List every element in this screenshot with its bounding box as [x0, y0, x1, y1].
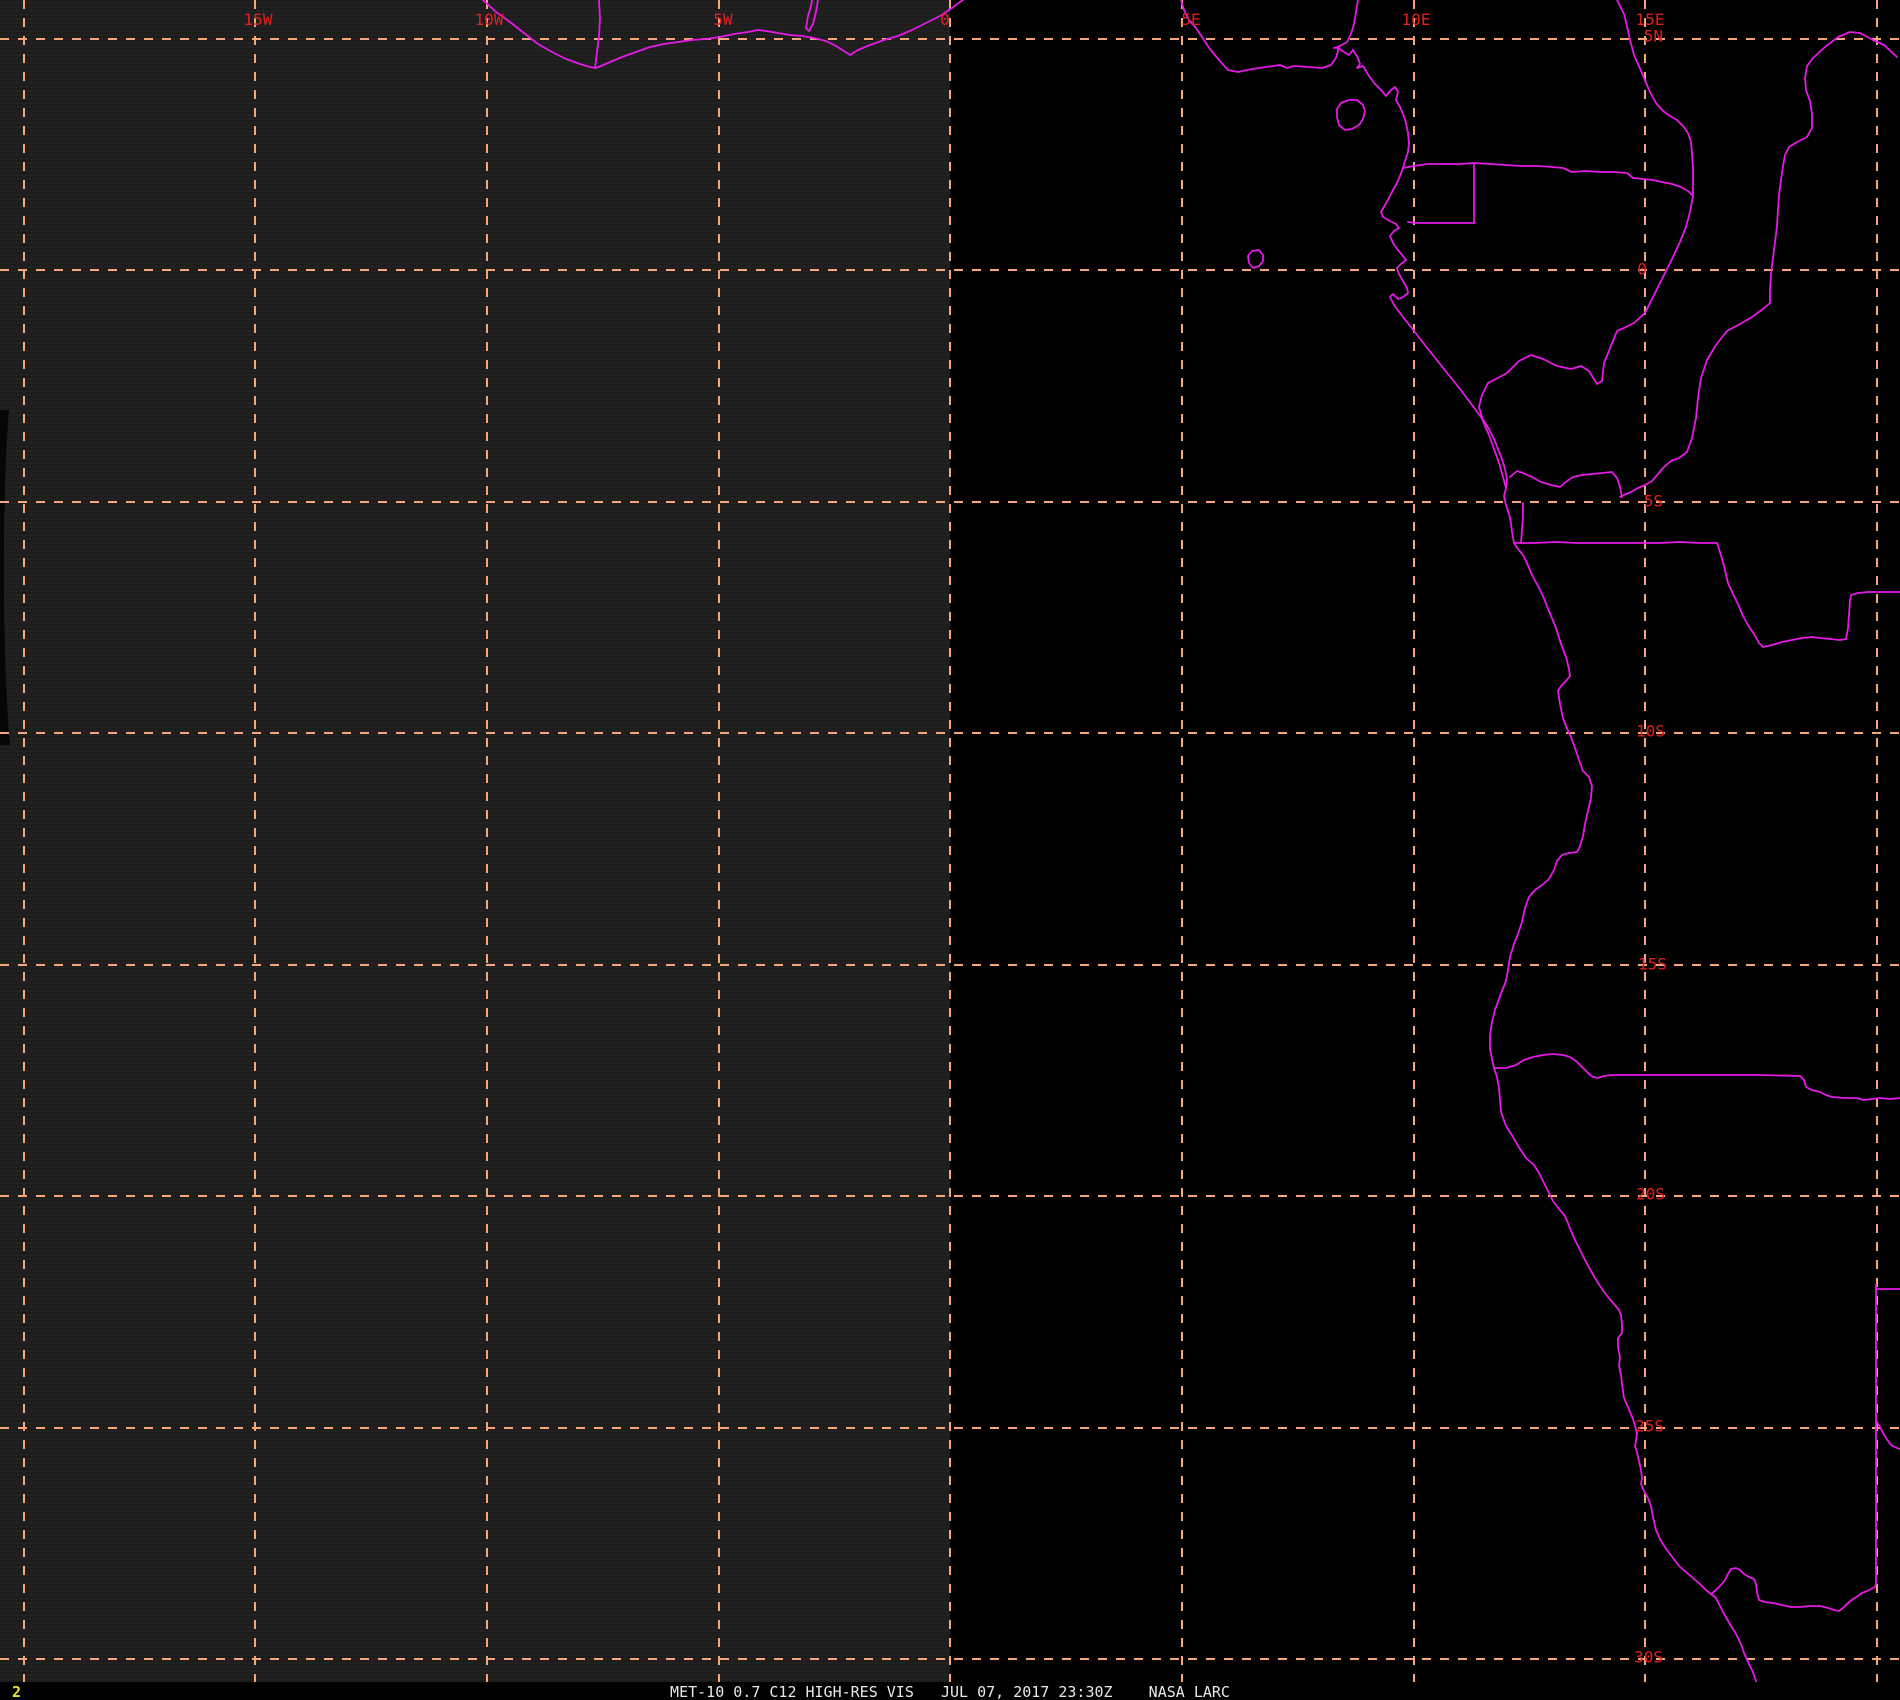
longitude-label-10E: 10E	[1401, 10, 1431, 29]
frame-number: 2	[12, 1683, 22, 1700]
island-sao-tome	[1247, 249, 1264, 269]
longitude-label-15E: 15E	[1635, 10, 1665, 29]
longitude-label-5E: 5E	[1181, 10, 1201, 29]
border-congo-loop-west	[1478, 195, 1694, 489]
border-congo-river	[1619, 31, 1898, 498]
latitude-label-25S: 25S	[1635, 1416, 1664, 1436]
coast-gabon-congo	[1380, 167, 1515, 544]
river-volta-hook	[805, 0, 819, 32]
longitude-label-15W: 15W	[243, 10, 273, 29]
map-grid-overlay	[0, 0, 1900, 1687]
caption-bar: 2 MET-10 0.7 C12 HIGH-RES VIS JUL 07, 20…	[0, 1682, 1900, 1700]
border-congo-loop-south	[1509, 470, 1623, 498]
border-angola-drc	[1513, 541, 1718, 544]
border-cabinda	[1520, 502, 1524, 544]
latitude-label-5S: 5S	[1643, 491, 1663, 511]
longitude-label-0: 0	[940, 10, 950, 29]
border-ghana-ivorycoast	[594, 0, 601, 69]
coast-namibia	[1493, 1067, 1758, 1687]
longitude-label-10W: 10W	[474, 10, 504, 29]
latitude-label-10S: 10S	[1636, 721, 1665, 741]
satellite-image-viewport: 15W 10W 5W 0 5E 10E 15E 5N 0 5S 10S 15S 20S 25S 30S 2…	[0, 0, 1900, 1700]
island-bioko	[1336, 99, 1366, 131]
latitude-label-30S: 30S	[1634, 1647, 1663, 1667]
border-nigeria-cameroon	[1333, 0, 1359, 49]
latitude-label-15S: 15S	[1638, 954, 1667, 974]
latitude-label-5N: 5N	[1643, 26, 1663, 46]
scan-edge-arc	[0, 410, 10, 745]
latitude-label-20S: 20S	[1636, 1184, 1665, 1204]
border-eq-guinea-north-chain	[1402, 162, 1694, 197]
border-eq-guinea-west-south	[1407, 162, 1475, 224]
coast-nigeria-cameroon	[1180, 0, 1410, 169]
border-kasai	[1716, 542, 1900, 648]
image-caption: MET-10 0.7 C12 HIGH-RES VIS JUL 07, 2017…	[670, 1683, 1230, 1700]
latitude-label-0: 0	[1637, 259, 1647, 279]
border-botswana-branch	[1875, 1419, 1900, 1450]
border-orange-river	[1710, 1567, 1877, 1612]
longitude-label-5W: 5W	[713, 10, 733, 29]
border-cunene-namibia	[1493, 1053, 1900, 1101]
coast-angola	[1489, 542, 1593, 1069]
